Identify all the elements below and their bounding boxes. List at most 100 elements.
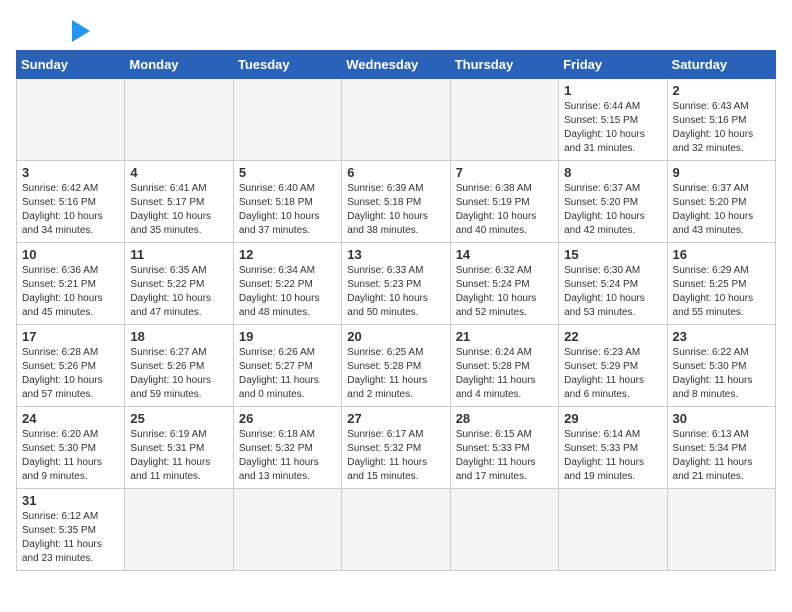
- day-number: 13: [347, 247, 444, 262]
- day-info: Sunrise: 6:39 AM Sunset: 5:18 PM Dayligh…: [347, 182, 444, 238]
- day-info: Sunrise: 6:40 AM Sunset: 5:18 PM Dayligh…: [239, 182, 336, 238]
- calendar-cell: 27 Sunrise: 6:17 AM Sunset: 5:32 PM Dayli…: [342, 407, 450, 489]
- day-number: 14: [456, 247, 553, 262]
- day-number: 6: [347, 165, 444, 180]
- day-number: 8: [564, 165, 661, 180]
- calendar-cell: 5 Sunrise: 6:40 AM Sunset: 5:18 PM Daylig…: [233, 161, 341, 243]
- day-info: Sunrise: 6:32 AM Sunset: 5:24 PM Dayligh…: [456, 264, 553, 320]
- day-number: 4: [130, 165, 227, 180]
- day-info: Sunrise: 6:27 AM Sunset: 5:26 PM Dayligh…: [130, 346, 227, 402]
- day-number: 7: [456, 165, 553, 180]
- calendar-cell: 22Sunrise: 6:23 AM Sunset: 5:29 PM Dayli…: [559, 325, 667, 407]
- day-info: Sunrise: 6:34 AM Sunset: 5:22 PM Dayligh…: [239, 264, 336, 320]
- day-number: 2: [673, 83, 770, 98]
- calendar-cell: 10Sunrise: 6:36 AM Sunset: 5:21 PM Dayli…: [17, 243, 125, 325]
- day-number: 19: [239, 329, 336, 344]
- day-info: Sunrise: 6:20 AM Sunset: 5:30 PM Dayligh…: [22, 428, 119, 484]
- calendar-cell: 8 Sunrise: 6:37 AM Sunset: 5:20 PM Daylig…: [559, 161, 667, 243]
- calendar-cell: 13 Sunrise: 6:33 AM Sunset: 5:23 PM Dayli…: [342, 243, 450, 325]
- logo-triangle-icon: [72, 20, 90, 42]
- calendar-cell: [342, 489, 450, 571]
- day-info: Sunrise: 6:37 AM Sunset: 5:20 PM Dayligh…: [673, 182, 770, 238]
- calendar-cell: 15 Sunrise: 6:30 AM Sunset: 5:24 PM Dayli…: [559, 243, 667, 325]
- calendar-cell: 30Sunrise: 6:13 AM Sunset: 5:34 PM Dayli…: [667, 407, 775, 489]
- weekday-header-sunday: Sunday: [17, 51, 125, 79]
- calendar-cell: [450, 489, 558, 571]
- calendar-cell: [233, 79, 341, 161]
- calendar-header-row: SundayMondayTuesdayWednesdayThursdayFrid…: [17, 51, 776, 79]
- day-info: Sunrise: 6:23 AM Sunset: 5:29 PM Dayligh…: [564, 346, 661, 402]
- weekday-header-thursday: Thursday: [450, 51, 558, 79]
- calendar-cell: 31 Sunrise: 6:12 AM Sunset: 5:35 PM Dayli…: [17, 489, 125, 571]
- calendar-week-row: 10Sunrise: 6:36 AM Sunset: 5:21 PM Dayli…: [17, 243, 776, 325]
- calendar-cell: [125, 489, 233, 571]
- calendar-week-row: 24 Sunrise: 6:20 AM Sunset: 5:30 PM Dayli…: [17, 407, 776, 489]
- calendar-cell: 12 Sunrise: 6:34 AM Sunset: 5:22 PM Dayli…: [233, 243, 341, 325]
- calendar-cell: 16 Sunrise: 6:29 AM Sunset: 5:25 PM Dayli…: [667, 243, 775, 325]
- day-info: Sunrise: 6:30 AM Sunset: 5:24 PM Dayligh…: [564, 264, 661, 320]
- day-info: Sunrise: 6:43 AM Sunset: 5:16 PM Dayligh…: [673, 100, 770, 156]
- day-info: Sunrise: 6:14 AM Sunset: 5:33 PM Dayligh…: [564, 428, 661, 484]
- day-info: Sunrise: 6:42 AM Sunset: 5:16 PM Dayligh…: [22, 182, 119, 238]
- day-info: Sunrise: 6:18 AM Sunset: 5:32 PM Dayligh…: [239, 428, 336, 484]
- calendar-cell: [450, 79, 558, 161]
- calendar-week-row: 1 Sunrise: 6:44 AM Sunset: 5:15 PM Daylig…: [17, 79, 776, 161]
- day-info: Sunrise: 6:12 AM Sunset: 5:35 PM Dayligh…: [22, 510, 119, 566]
- day-info: Sunrise: 6:15 AM Sunset: 5:33 PM Dayligh…: [456, 428, 553, 484]
- day-number: 15: [564, 247, 661, 262]
- day-number: 3: [22, 165, 119, 180]
- calendar-week-row: 17Sunrise: 6:28 AM Sunset: 5:26 PM Dayli…: [17, 325, 776, 407]
- day-number: 12: [239, 247, 336, 262]
- calendar-cell: 17Sunrise: 6:28 AM Sunset: 5:26 PM Dayli…: [17, 325, 125, 407]
- calendar-cell: 4 Sunrise: 6:41 AM Sunset: 5:17 PM Daylig…: [125, 161, 233, 243]
- day-number: 26: [239, 411, 336, 426]
- day-number: 20: [347, 329, 444, 344]
- day-info: Sunrise: 6:29 AM Sunset: 5:25 PM Dayligh…: [673, 264, 770, 320]
- day-number: 17: [22, 329, 119, 344]
- calendar-week-row: 31 Sunrise: 6:12 AM Sunset: 5:35 PM Dayli…: [17, 489, 776, 571]
- calendar-table: SundayMondayTuesdayWednesdayThursdayFrid…: [16, 50, 776, 571]
- logo: [16, 16, 90, 42]
- day-number: 24: [22, 411, 119, 426]
- day-number: 21: [456, 329, 553, 344]
- calendar-cell: 7Sunrise: 6:38 AM Sunset: 5:19 PM Daylig…: [450, 161, 558, 243]
- calendar-week-row: 3 Sunrise: 6:42 AM Sunset: 5:16 PM Daylig…: [17, 161, 776, 243]
- calendar-cell: 19Sunrise: 6:26 AM Sunset: 5:27 PM Dayli…: [233, 325, 341, 407]
- day-number: 27: [347, 411, 444, 426]
- page-header: [16, 16, 776, 42]
- day-info: Sunrise: 6:22 AM Sunset: 5:30 PM Dayligh…: [673, 346, 770, 402]
- calendar-cell: 9 Sunrise: 6:37 AM Sunset: 5:20 PM Daylig…: [667, 161, 775, 243]
- calendar-cell: [125, 79, 233, 161]
- calendar-cell: 14 Sunrise: 6:32 AM Sunset: 5:24 PM Dayli…: [450, 243, 558, 325]
- day-number: 28: [456, 411, 553, 426]
- calendar-cell: 1 Sunrise: 6:44 AM Sunset: 5:15 PM Daylig…: [559, 79, 667, 161]
- day-number: 5: [239, 165, 336, 180]
- day-info: Sunrise: 6:17 AM Sunset: 5:32 PM Dayligh…: [347, 428, 444, 484]
- day-number: 30: [673, 411, 770, 426]
- day-number: 9: [673, 165, 770, 180]
- day-number: 23: [673, 329, 770, 344]
- calendar-cell: 23 Sunrise: 6:22 AM Sunset: 5:30 PM Dayli…: [667, 325, 775, 407]
- calendar-cell: 25Sunrise: 6:19 AM Sunset: 5:31 PM Dayli…: [125, 407, 233, 489]
- calendar-cell: 2 Sunrise: 6:43 AM Sunset: 5:16 PM Daylig…: [667, 79, 775, 161]
- day-number: 31: [22, 493, 119, 508]
- day-info: Sunrise: 6:33 AM Sunset: 5:23 PM Dayligh…: [347, 264, 444, 320]
- day-info: Sunrise: 6:37 AM Sunset: 5:20 PM Dayligh…: [564, 182, 661, 238]
- day-info: Sunrise: 6:41 AM Sunset: 5:17 PM Dayligh…: [130, 182, 227, 238]
- calendar-cell: 18Sunrise: 6:27 AM Sunset: 5:26 PM Dayli…: [125, 325, 233, 407]
- day-info: Sunrise: 6:35 AM Sunset: 5:22 PM Dayligh…: [130, 264, 227, 320]
- day-number: 25: [130, 411, 227, 426]
- weekday-header-tuesday: Tuesday: [233, 51, 341, 79]
- day-number: 10: [22, 247, 119, 262]
- calendar-cell: [17, 79, 125, 161]
- calendar-cell: 21 Sunrise: 6:24 AM Sunset: 5:28 PM Dayli…: [450, 325, 558, 407]
- day-info: Sunrise: 6:25 AM Sunset: 5:28 PM Dayligh…: [347, 346, 444, 402]
- day-info: Sunrise: 6:24 AM Sunset: 5:28 PM Dayligh…: [456, 346, 553, 402]
- day-info: Sunrise: 6:44 AM Sunset: 5:15 PM Dayligh…: [564, 100, 661, 156]
- day-number: 29: [564, 411, 661, 426]
- calendar-cell: [559, 489, 667, 571]
- day-number: 11: [130, 247, 227, 262]
- day-number: 1: [564, 83, 661, 98]
- calendar-cell: 24 Sunrise: 6:20 AM Sunset: 5:30 PM Dayli…: [17, 407, 125, 489]
- day-number: 16: [673, 247, 770, 262]
